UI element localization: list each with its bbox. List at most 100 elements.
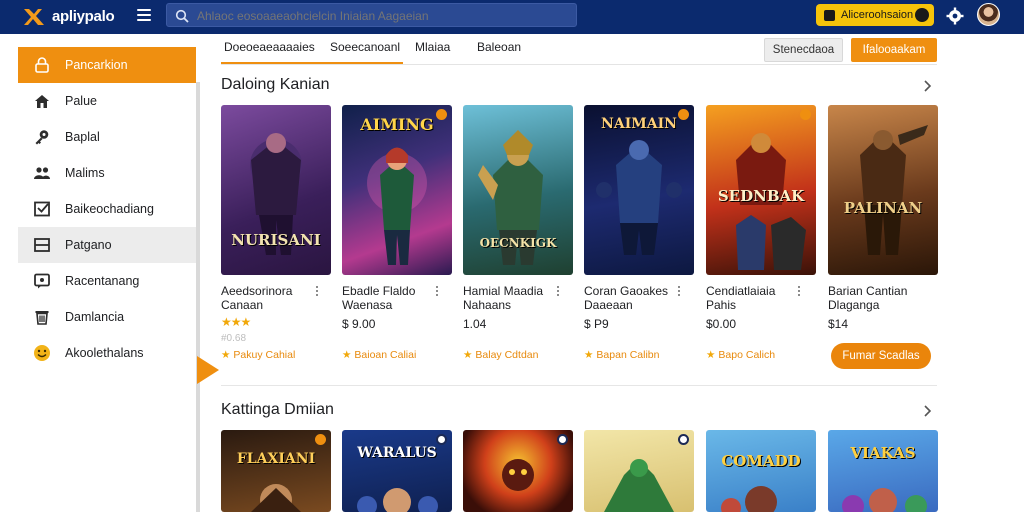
card-action-label: Balay Cdtdan — [475, 349, 539, 361]
game-cover[interactable]: AIMING — [342, 105, 452, 275]
sidebar-item-0[interactable]: Pancarkion — [18, 47, 196, 83]
sidebar-item-label: Akoolethalans — [65, 346, 144, 360]
card-action[interactable]: ★ Balay Cdtdan — [463, 349, 538, 361]
home-icon — [35, 95, 49, 108]
key-icon — [35, 130, 49, 145]
hero-art — [250, 133, 302, 255]
secondary-button[interactable]: Stenecdaoa — [764, 38, 843, 62]
app-name[interactable]: apliypalo — [52, 8, 115, 25]
game-name-line: Pahis — [706, 298, 737, 312]
sidebar-item-5[interactable]: Patgano — [18, 227, 196, 263]
divider — [221, 64, 937, 65]
game-name-line: Daaeaan — [584, 298, 633, 312]
card-action-label: Baioan Caliai — [354, 349, 417, 361]
sidebar-item-label: Patgano — [65, 238, 112, 252]
game-name[interactable]: Aeedsorinora Canaan — [221, 284, 317, 312]
game-name[interactable]: Coran Gaoakes Daaeaan — [584, 284, 680, 312]
primary-button[interactable]: Ifalooaakam — [851, 38, 937, 62]
checkbox-icon — [34, 201, 50, 217]
sidebar-item-7[interactable]: Damlancia — [18, 299, 196, 335]
game-cover[interactable]: COMADD — [706, 430, 816, 512]
more-options-icon[interactable] — [676, 286, 682, 298]
window-icon — [34, 238, 50, 252]
chevron-right-icon[interactable] — [922, 405, 932, 417]
game-cover[interactable]: WARALUS — [342, 430, 452, 512]
lock-icon — [35, 57, 49, 73]
cover-title: FLAXIANI — [236, 451, 316, 467]
star-rating: ★★★ — [221, 315, 251, 329]
more-options-icon[interactable] — [434, 286, 440, 298]
chat-icon — [34, 273, 50, 289]
game-name-line: Dlaganga — [828, 298, 880, 312]
game-cover[interactable]: OECNKIGK — [463, 105, 573, 275]
cover-title: COMADD — [721, 452, 801, 470]
card-action[interactable]: ★ Pakuy Cahial — [221, 349, 295, 361]
game-name[interactable]: Hamial Maadia Nahaans — [463, 284, 559, 312]
price: $0.00 — [706, 317, 737, 331]
sidebar-item-label: Baikeochadiang — [65, 202, 154, 216]
price: $14 — [828, 317, 849, 331]
star-icon: ★ — [584, 349, 594, 361]
game-cover[interactable]: PALINAN — [828, 105, 938, 275]
tab-3[interactable]: Baleoan — [477, 40, 521, 64]
sidebar-pointer — [197, 356, 219, 384]
sidebar-item-3[interactable]: Malims — [18, 155, 196, 191]
card-action[interactable]: ★ Bapan Calibn — [584, 349, 659, 361]
game-name-line: Canaan — [221, 298, 264, 312]
sidebar-item-4[interactable]: Baikeochadiang — [18, 191, 196, 227]
game-name[interactable]: Barian Cantian Dlaganga — [828, 284, 924, 312]
star-icon: ★ — [342, 349, 352, 361]
users-icon — [34, 167, 50, 179]
game-name[interactable]: Ebadle Flaldo Waenasa — [342, 284, 438, 312]
game-name[interactable]: Cendiatlaiaia Pahis — [706, 284, 802, 312]
game-cover[interactable]: VIAKAS — [828, 430, 938, 512]
more-options-icon[interactable] — [555, 286, 561, 298]
card-action[interactable]: ★ Baioan Caliai — [342, 349, 416, 361]
game-name-line: Cendiatlaiaia — [706, 284, 776, 298]
divider — [221, 385, 937, 386]
price: $ P9 — [584, 317, 609, 331]
game-cover[interactable] — [584, 430, 694, 512]
sidebar-item-6[interactable]: Racentanang — [18, 263, 196, 299]
game-cover[interactable]: NURISANI — [221, 105, 331, 275]
gear-icon[interactable] — [946, 7, 964, 25]
sidebar-item-2[interactable]: Baplal — [18, 119, 196, 155]
hero-art — [357, 488, 438, 512]
cover-title: WARALUS — [357, 445, 437, 461]
card-cta-button[interactable]: Fumar Scadlas — [831, 343, 931, 369]
sidebar-item-label: Pancarkion — [65, 58, 128, 72]
tab-0[interactable]: Doeoeaeaaaaies — [224, 40, 315, 64]
badge-icon — [915, 8, 929, 22]
logo-icon[interactable] — [22, 5, 46, 29]
card-action-label: Bapan Calibn — [596, 349, 660, 361]
cover-title: VIAKAS — [850, 444, 916, 462]
sidebar-item-1[interactable]: Palue — [18, 83, 196, 119]
cover-title: NURISANI — [231, 231, 321, 249]
search-icon — [175, 9, 189, 23]
avatar[interactable] — [977, 3, 1000, 26]
cover-title: OECNKIGK — [479, 236, 557, 250]
star-icon: ★ — [463, 349, 473, 361]
more-options-icon[interactable] — [796, 286, 802, 298]
game-cover[interactable]: SEDNBAK — [706, 105, 816, 275]
search-input[interactable] — [197, 7, 567, 24]
search-bar[interactable] — [166, 3, 577, 27]
more-options-icon[interactable] — [314, 286, 320, 298]
sidebar-item-label: Malims — [65, 166, 105, 180]
tab-1[interactable]: Soeecanoanl — [330, 40, 400, 64]
emoji-icon — [34, 345, 50, 361]
game-cover[interactable]: NAIMAIN — [584, 105, 694, 275]
trash-icon — [35, 311, 49, 325]
menu-icon[interactable] — [137, 9, 151, 23]
game-cover[interactable] — [463, 430, 573, 512]
sidebar-item-8[interactable]: Akoolethalans — [18, 335, 196, 371]
chevron-right-icon[interactable] — [922, 80, 932, 92]
promo-button-label: Aliceroohsaion — [841, 9, 914, 21]
card-action[interactable]: ★ Bapo Calich — [706, 349, 775, 361]
game-cover[interactable]: FLAXIANI — [221, 430, 331, 512]
tab-2[interactable]: Mlaiaa — [415, 40, 450, 64]
promo-button[interactable]: Aliceroohsaion — [816, 4, 934, 26]
sidebar-item-label: Racentanang — [65, 274, 140, 288]
sidebar-scrollbar[interactable] — [196, 82, 200, 512]
price: $ 9.00 — [342, 317, 376, 331]
